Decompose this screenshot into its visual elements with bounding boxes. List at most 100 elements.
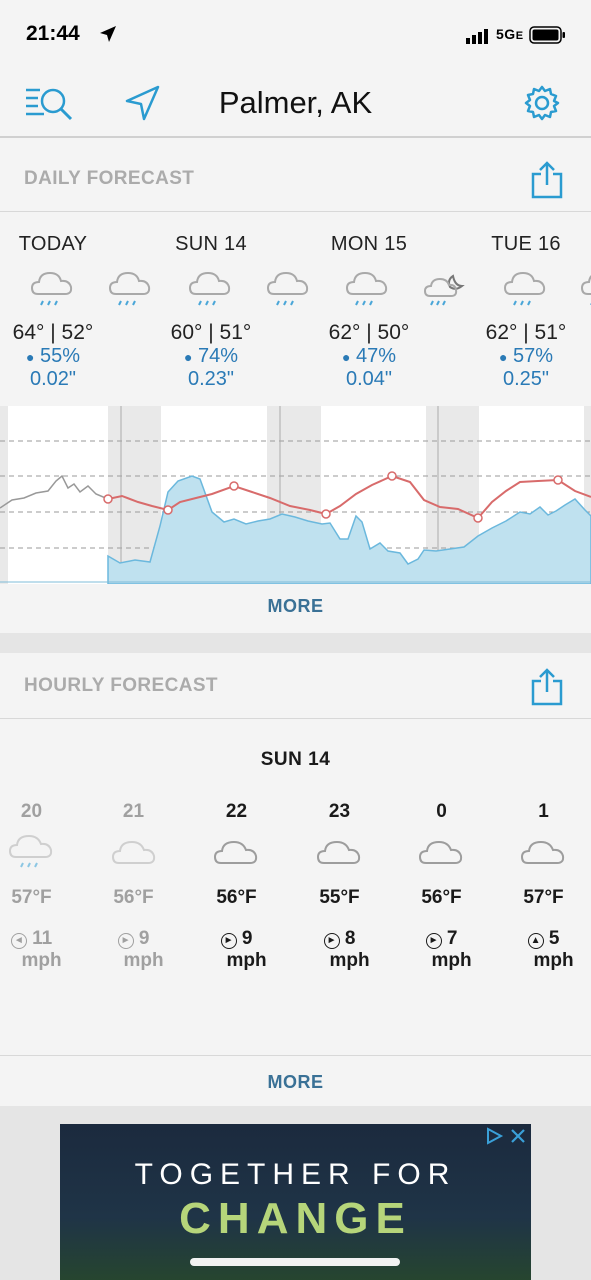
hour-wind-cell: ► 8 mph [288,928,391,972]
home-indicator[interactable] [190,1258,400,1266]
rain-cloud-icon [31,272,73,306]
hour-wind-cell: ► 9 mph [82,928,185,972]
hour-temp: 57°F [11,887,52,908]
hourly-forecast-card: HOURLY FORECAST SUN 14 20 21 22 23 0 1 5… [0,653,591,1106]
hour-temp: 55°F [319,887,360,908]
precip-chance: 47% [356,345,397,367]
hour-column[interactable]: 22 [185,801,288,823]
ad-banner[interactable]: TOGETHER FOR CHANGE [60,1124,531,1280]
hour-column[interactable]: 1 [492,801,591,823]
cloud-icon [317,841,361,864]
day-column-tue[interactable]: TUE 16 [451,233,591,256]
hour-wind: ► 9 [185,928,288,950]
hour-wind: ► 7 [390,928,493,950]
day-details-sun: 60° | 51° ● 74% 0.23" [136,321,286,391]
network-type: 5GE [496,26,524,42]
daily-forecast-title: DAILY FORECAST [24,168,195,189]
precip-chance: 55% [40,345,81,367]
wind-unit: mph [431,950,472,971]
hour-column[interactable]: 20 [0,801,83,823]
rain-cloud-icon [267,272,309,306]
wind-speed: 11 [32,928,53,949]
hour-column[interactable]: 0 [390,801,493,823]
raindrop-icon: ● [498,349,508,365]
raindrop-icon: ● [341,349,351,365]
daily-more-button[interactable]: MORE [0,596,591,617]
rain-cloud-icon [581,272,591,306]
day-label: SUN 14 [175,233,247,255]
cloud-icon [419,841,463,864]
hour-temp: 56°F [216,887,257,908]
hour-wind: ► 9 [82,928,185,950]
day-precip: ● 74% [136,345,286,368]
hour-wind-cell: ► 9 mph [185,928,288,972]
wind-speed: 5 [548,928,560,949]
hour-column[interactable]: 23 [288,801,391,823]
forecast-chart[interactable] [0,406,591,584]
hour-temp-cell: 55°F [288,887,391,909]
day-details-today: 64° | 52° ● 55% 0.02" [0,321,128,391]
day-column-sun[interactable]: SUN 14 [136,233,286,256]
cloud-icon [214,841,258,864]
day-amount: 0.02" [29,368,77,390]
ad-tagline: CHANGE [179,1194,412,1243]
ad-close-icon[interactable] [508,1126,528,1146]
city-title[interactable]: Palmer, AK [0,85,591,121]
day-label: TUE 16 [491,233,561,255]
top-nav: Palmer, AK [0,68,591,138]
cellular-signal-icon [466,29,488,44]
network-label: 5G [496,26,516,42]
day-label: TODAY [18,233,88,255]
network-suffix: E [515,30,524,42]
night-rain-icon [423,274,465,306]
temp-marker [387,471,397,481]
temp-marker [103,494,113,504]
hour-temp-cell: 57°F [0,887,83,909]
day-temps: 62° | 50° [328,321,410,344]
wind-unit: mph [226,950,267,971]
day-column-mon[interactable]: MON 15 [294,233,444,256]
precip-area [107,475,591,584]
share-icon[interactable] [530,667,564,707]
rain-cloud-icon [346,272,388,306]
hourly-more-button[interactable]: MORE [0,1072,591,1093]
precip-chance: 57% [513,345,554,367]
wind-unit: mph [21,950,62,971]
status-bar: 21:44 5GE [0,0,591,68]
wind-direction-icon: ► [323,933,340,949]
wind-direction-icon: ► [220,933,237,949]
hour-wind-cell: ◄ 11 mph [0,928,83,972]
wind-unit: mph [329,950,370,971]
status-time: 21:44 [26,22,80,45]
hour-temp-cell: 57°F [492,887,591,909]
wind-speed: 9 [241,928,253,949]
cloud-icon [112,841,156,864]
rain-cloud-icon [189,272,231,306]
day-column-today[interactable]: TODAY [0,233,128,256]
hour-column[interactable]: 21 [82,801,185,823]
wind-direction-icon: ► [425,933,442,949]
daily-forecast-card: DAILY FORECAST TODAY SUN 14 MON 15 TUE 1… [0,146,591,633]
hour-wind: ◄ 11 [0,928,83,950]
settings-gear-icon[interactable] [523,84,561,122]
day-amount: 0.25" [502,368,550,390]
wind-direction-icon: ► [117,933,134,949]
rain-cloud-icon [504,272,546,306]
hourly-divider [0,1055,591,1056]
raindrop-icon: ● [25,349,35,365]
rain-cloud-icon [109,272,151,306]
day-label: MON 15 [330,233,408,255]
day-temps: 62° | 51° [485,321,567,344]
day-precip: ● 55% [0,345,128,368]
hour-wind: ▲ 5 [492,928,591,950]
wind-speed: 9 [138,928,150,949]
hour-label: 21 [122,801,145,822]
ad-choices-icon[interactable] [484,1126,506,1146]
temp-marker [163,505,173,515]
wind-speed: 7 [446,928,458,949]
wind-direction-icon: ▲ [527,933,544,949]
hourly-icons-row [9,835,565,868]
share-icon[interactable] [530,160,564,200]
hour-temp-cell: 56°F [390,887,493,909]
temp-marker [229,481,239,491]
